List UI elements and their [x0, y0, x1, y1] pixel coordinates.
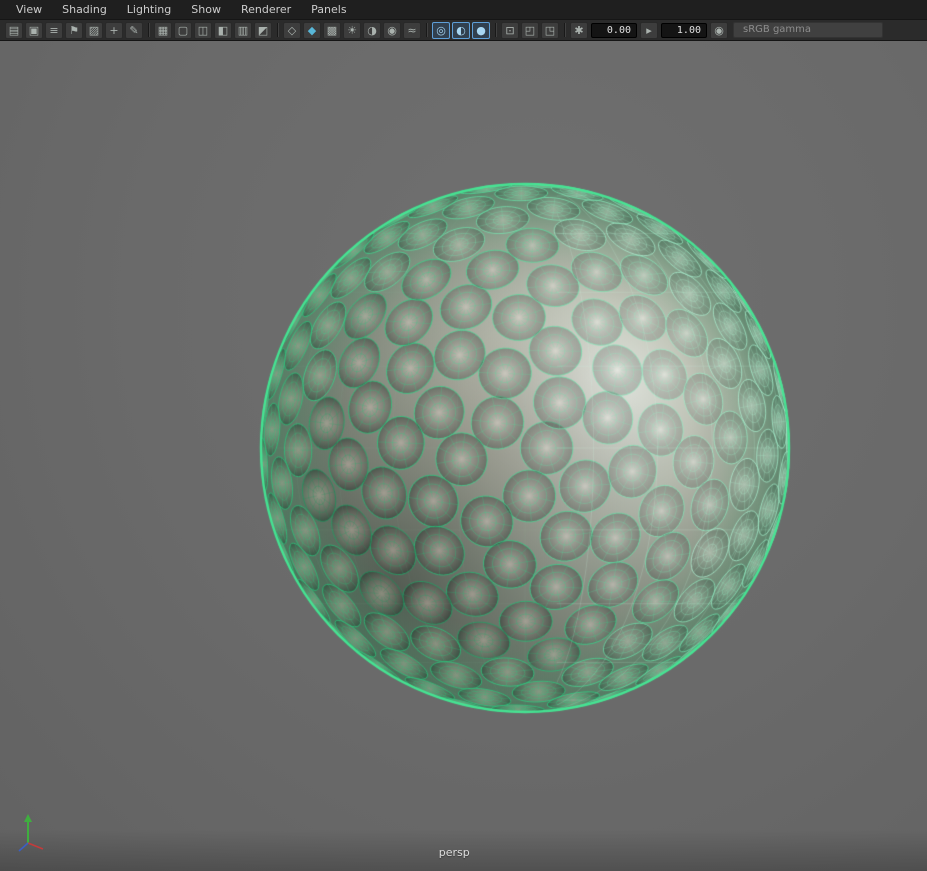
- film-gate-icon[interactable]: ▢: [174, 22, 192, 39]
- view-transform-icon[interactable]: ◉: [710, 22, 728, 39]
- xray-icon[interactable]: ◎: [432, 22, 450, 39]
- axis-gizmo[interactable]: [16, 811, 56, 855]
- wireframe-icon[interactable]: ◇: [283, 22, 301, 39]
- camera-label: persp: [439, 846, 470, 859]
- panel-menu-bar: View Shading Lighting Show Renderer Pane…: [0, 0, 927, 20]
- resolution-gate-icon[interactable]: ◫: [194, 22, 212, 39]
- grid-icon[interactable]: ▦: [154, 22, 172, 39]
- panel-toolbar: ▤▣≡⚑▨+✎▦▢◫◧▥◩◇◆▩☀◑◉≈◎◐●⊡◰◳ ✱ ▸ ◉ sRGB ga…: [0, 20, 927, 41]
- camera-attributes-icon[interactable]: ≡: [45, 22, 63, 39]
- toolbar-separator: [564, 23, 565, 37]
- toolbar-separator: [426, 23, 427, 37]
- axis-y-arrow: [24, 814, 32, 822]
- isolate-select-icon[interactable]: ⊡: [501, 22, 519, 39]
- menu-lighting[interactable]: Lighting: [117, 1, 181, 19]
- viewport-canvas[interactable]: [0, 41, 927, 871]
- exposure-icon[interactable]: ✱: [570, 22, 588, 39]
- safe-action-icon[interactable]: ◩: [254, 22, 272, 39]
- grease-pencil-icon[interactable]: ✎: [125, 22, 143, 39]
- toolbar-separator: [495, 23, 496, 37]
- xray-joints-icon[interactable]: ●: [472, 22, 490, 39]
- pan-zoom-icon[interactable]: +: [105, 22, 123, 39]
- bookmarks-icon[interactable]: ⚑: [65, 22, 83, 39]
- ssao-icon[interactable]: ◉: [383, 22, 401, 39]
- tear-off-panel-icon[interactable]: ◰: [521, 22, 539, 39]
- textured-icon[interactable]: ▩: [323, 22, 341, 39]
- motion-blur-icon[interactable]: ≈: [403, 22, 421, 39]
- axis-z: [19, 843, 28, 851]
- xray-active-components-icon[interactable]: ◐: [452, 22, 470, 39]
- gate-mask-icon[interactable]: ◧: [214, 22, 232, 39]
- toolbar-separator: [277, 23, 278, 37]
- exposure-field[interactable]: [591, 23, 637, 38]
- pop-out-panel-icon[interactable]: ◳: [541, 22, 559, 39]
- menu-renderer[interactable]: Renderer: [231, 1, 301, 19]
- toolbar-separator: [148, 23, 149, 37]
- menu-view[interactable]: View: [6, 1, 52, 19]
- shadows-icon[interactable]: ◑: [363, 22, 381, 39]
- menu-panels[interactable]: Panels: [301, 1, 356, 19]
- gamma-icon[interactable]: ▸: [640, 22, 658, 39]
- field-chart-icon[interactable]: ▥: [234, 22, 252, 39]
- lock-camera-icon[interactable]: ▣: [25, 22, 43, 39]
- image-plane-icon[interactable]: ▨: [85, 22, 103, 39]
- toolbar-icon-groups: ▤▣≡⚑▨+✎ ▦▢◫◧▥◩ ◇◆▩☀◑◉≈ ◎◐● ⊡◰◳: [4, 22, 560, 39]
- axis-x: [28, 843, 43, 849]
- gamma-field[interactable]: [661, 23, 707, 38]
- select-camera-icon[interactable]: ▤: [5, 22, 23, 39]
- menu-shading[interactable]: Shading: [52, 1, 117, 19]
- use-all-lights-icon[interactable]: ☀: [343, 22, 361, 39]
- viewport[interactable]: persp: [0, 41, 927, 871]
- view-transform-dropdown[interactable]: sRGB gamma: [733, 22, 883, 38]
- menu-show[interactable]: Show: [181, 1, 231, 19]
- smooth-shade-icon[interactable]: ◆: [303, 22, 321, 39]
